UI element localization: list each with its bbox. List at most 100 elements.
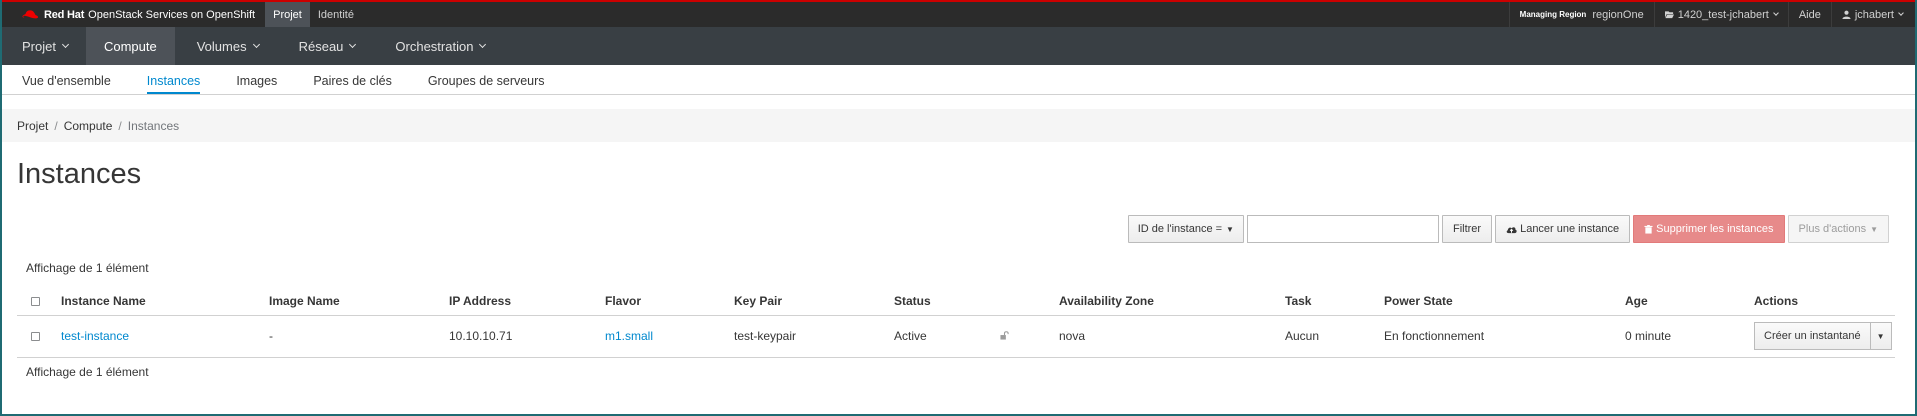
- user-name: jchabert: [1854, 8, 1894, 21]
- more-actions-button[interactable]: Plus d'actions ▼: [1787, 215, 1889, 243]
- nav-orchestration[interactable]: Orchestration: [373, 27, 503, 65]
- col-flavor[interactable]: Flavor: [605, 287, 734, 316]
- topnav-identite[interactable]: Identité: [310, 2, 362, 27]
- image-name-cell: -: [269, 315, 449, 358]
- delete-instances-label: Supprimer les instances: [1656, 223, 1774, 235]
- brand-logo[interactable]: Red Hat OpenStack Services on OpenShift: [2, 2, 265, 27]
- chevron-down-icon: [61, 40, 70, 48]
- lock-cell: [1000, 315, 1059, 358]
- launch-instance-button[interactable]: Lancer une instance: [1495, 215, 1631, 243]
- filter-button[interactable]: Filtrer: [1441, 215, 1493, 243]
- tab-images[interactable]: Images: [236, 74, 277, 94]
- user-icon: [1842, 10, 1851, 19]
- row-select-cell: [17, 315, 61, 358]
- breadcrumb-compute[interactable]: Compute: [64, 119, 113, 133]
- tab-server-groups[interactable]: Groupes de serveurs: [428, 74, 545, 94]
- brand-redhat-text: Red Hat: [44, 8, 85, 21]
- nav-compute-label: Compute: [103, 38, 157, 54]
- status-cell: Active: [894, 315, 1000, 358]
- col-task[interactable]: Task: [1285, 287, 1384, 316]
- tab-overview[interactable]: Vue d'ensemble: [22, 74, 111, 94]
- ip-address-cell: 10.10.10.71: [449, 315, 605, 358]
- topnav-projet[interactable]: Projet: [265, 2, 310, 27]
- more-actions-label: Plus d'actions: [1798, 223, 1867, 235]
- nav-compute[interactable]: Compute: [85, 27, 175, 65]
- col-status[interactable]: Status: [894, 287, 1000, 316]
- table-actions: ID de l'instance = ▼ Filtrer Lancer une …: [1125, 215, 1889, 243]
- key-pair-cell: test-keypair: [734, 315, 894, 358]
- project-selector[interactable]: 1420_test-jchabert: [1653, 2, 1788, 27]
- breadcrumb-separator: /: [54, 118, 58, 133]
- region-selector[interactable]: Managing Region regionOne: [1508, 2, 1654, 27]
- nav-projet[interactable]: Projet: [2, 27, 86, 65]
- tab-key-pairs[interactable]: Paires de clés: [313, 74, 392, 94]
- col-age[interactable]: Age: [1625, 287, 1754, 316]
- breadcrumb-instances: Instances: [127, 118, 180, 133]
- row-actions: Créer un instantané ▼: [1754, 322, 1895, 350]
- col-power-state[interactable]: Power State: [1384, 287, 1625, 316]
- nav-reseau[interactable]: Réseau: [277, 27, 374, 65]
- masthead: Red Hat OpenStack Services on OpenShift …: [2, 2, 1915, 27]
- breadcrumb-projet[interactable]: Projet: [17, 119, 48, 133]
- flavor-link[interactable]: m1.small: [605, 329, 653, 343]
- col-image-name[interactable]: Image Name: [269, 287, 449, 316]
- chevron-down-icon: [479, 40, 487, 48]
- help-link[interactable]: Aide: [1787, 2, 1831, 27]
- task-cell: Aucun: [1285, 315, 1384, 358]
- folder-open-icon: [1664, 11, 1674, 19]
- chevron-down-icon: [252, 40, 260, 48]
- managing-region-label: Managing Region: [1519, 10, 1587, 19]
- nav-projet-label: Projet: [22, 38, 56, 54]
- filter-field-label: ID de l'instance =: [1137, 223, 1223, 235]
- nav-volumes[interactable]: Volumes: [175, 27, 277, 65]
- chevron-down-icon: [349, 40, 357, 48]
- delete-instances-button[interactable]: Supprimer les instances: [1633, 215, 1785, 243]
- user-menu[interactable]: jchabert: [1830, 2, 1915, 27]
- availability-zone-cell: nova: [1059, 315, 1285, 358]
- tab-instances[interactable]: Instances: [146, 74, 201, 94]
- redhat-logo-icon: [22, 9, 39, 18]
- instances-table: Instance Name Image Name IP Address Flav…: [17, 287, 1895, 358]
- row-checkbox[interactable]: [31, 332, 40, 342]
- compute-tabs: Vue d'ensemble Instances Images Paires d…: [2, 65, 1915, 95]
- caret-down-icon: ▼: [1870, 224, 1878, 234]
- col-actions: Actions: [1754, 287, 1895, 316]
- primary-nav: Projet Compute Volumes Réseau Orchestrat…: [2, 27, 1915, 65]
- region-value: regionOne: [1592, 8, 1644, 21]
- items-count-top: Affichage de 1 élément: [26, 261, 149, 275]
- col-key-pair[interactable]: Key Pair: [734, 287, 894, 316]
- caret-down-icon: ▼: [1226, 224, 1234, 234]
- trash-icon: [1644, 224, 1653, 234]
- row-actions-dropdown-toggle[interactable]: ▼: [1870, 322, 1892, 350]
- project-value: 1420_test-jchabert: [1677, 8, 1769, 21]
- age-cell: 0 minute: [1625, 315, 1754, 358]
- table-header-row: Instance Name Image Name IP Address Flav…: [17, 287, 1895, 316]
- instance-name-link[interactable]: test-instance: [61, 329, 129, 343]
- cloud-upload-icon: [1506, 226, 1517, 233]
- page-title: Instances: [17, 158, 142, 190]
- breadcrumb-separator: /: [118, 118, 122, 133]
- flavor-cell: m1.small: [605, 315, 734, 358]
- filter-input[interactable]: [1246, 215, 1439, 243]
- masthead-right: Managing Region regionOne 1420_test-jcha…: [1508, 2, 1915, 27]
- breadcrumb: Projet / Compute / Instances: [2, 109, 1915, 142]
- col-ip-address[interactable]: IP Address: [449, 287, 605, 316]
- select-all-checkbox[interactable]: [31, 297, 40, 307]
- items-count-bottom: Affichage de 1 élément: [26, 365, 149, 379]
- col-instance-name[interactable]: Instance Name: [61, 287, 269, 316]
- col-availability-zone[interactable]: Availability Zone: [1059, 287, 1285, 316]
- nav-volumes-label: Volumes: [196, 38, 247, 54]
- select-all-cell: [17, 287, 61, 316]
- chevron-down-icon: [1898, 9, 1904, 16]
- create-snapshot-button[interactable]: Créer un instantané: [1754, 322, 1871, 350]
- power-state-cell: En fonctionnement: [1384, 315, 1625, 358]
- nav-orchestration-label: Orchestration: [395, 38, 474, 54]
- app-window: Red Hat OpenStack Services on OpenShift …: [2, 0, 1915, 414]
- nav-reseau-label: Réseau: [298, 38, 344, 54]
- caret-down-icon: ▼: [1876, 331, 1885, 341]
- launch-instance-label: Lancer une instance: [1520, 223, 1620, 235]
- chevron-down-icon: [1772, 9, 1779, 16]
- instance-name-cell: test-instance: [61, 315, 269, 358]
- table-row: test-instance - 10.10.10.71 m1.small tes…: [17, 315, 1895, 358]
- filter-field-dropdown[interactable]: ID de l'instance = ▼: [1127, 215, 1244, 243]
